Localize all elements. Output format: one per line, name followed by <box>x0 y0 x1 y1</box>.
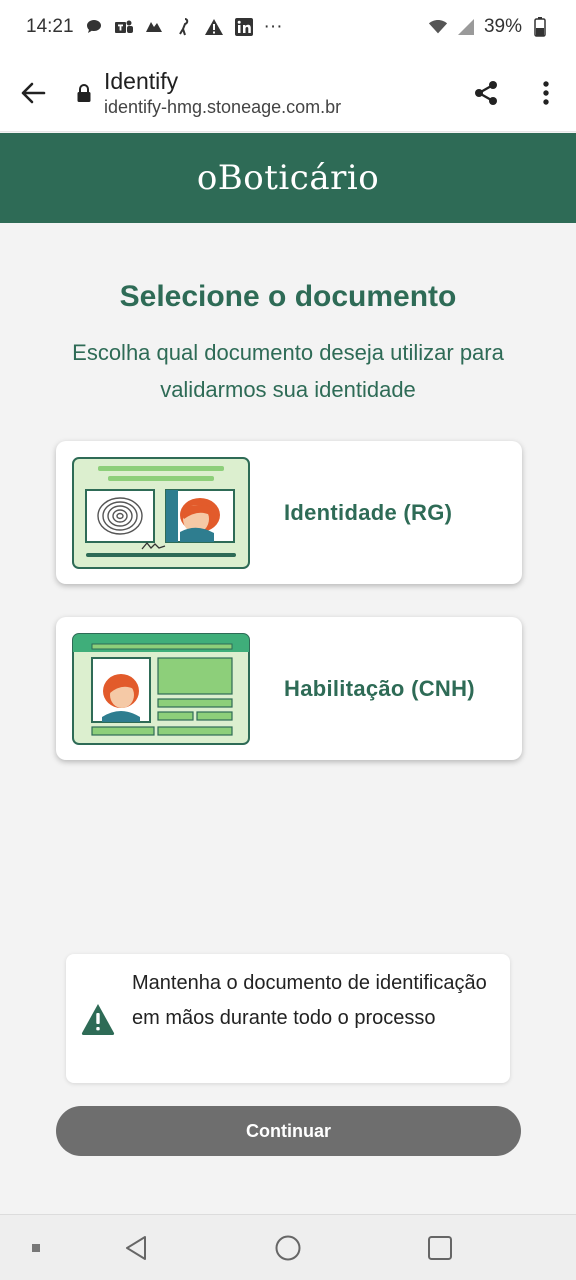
lock-icon[interactable] <box>76 83 104 103</box>
signal-icon <box>456 17 476 37</box>
stoneage-icon <box>144 17 164 37</box>
status-bar: 14:21 ··· 39% <box>0 0 576 54</box>
brand-header: oBoticário <box>0 133 576 223</box>
page-subtitle: Escolha qual documento deseja utilizar p… <box>72 340 504 402</box>
document-option-rg[interactable]: Identidade (RG) <box>56 441 522 584</box>
browser-url: identify-hmg.stoneage.com.br <box>104 96 342 117</box>
system-navigation-bar <box>0 1214 576 1280</box>
bird-icon <box>174 17 194 37</box>
more-notifications-indicator: ··· <box>263 16 283 37</box>
more-options-button[interactable] <box>516 54 576 132</box>
battery-icon <box>530 17 550 37</box>
warning-icon <box>81 1004 115 1035</box>
share-icon <box>475 80 497 105</box>
chat-icon <box>84 17 104 37</box>
circle-home-icon <box>275 1235 301 1261</box>
linkedin-icon <box>234 17 254 37</box>
square-recents-icon <box>428 1236 452 1260</box>
rg-document-illustration <box>72 457 250 569</box>
document-option-cnh[interactable]: Habilitação (CNH) <box>56 617 522 760</box>
nav-home-button[interactable] <box>260 1215 316 1280</box>
triangle-back-icon <box>126 1236 146 1260</box>
nav-recents-button[interactable] <box>412 1215 468 1280</box>
cnh-document-illustration <box>72 633 250 745</box>
nav-indicator-icon <box>24 1215 48 1280</box>
more-vertical-icon <box>543 80 549 105</box>
status-time: 14:21 <box>26 16 74 37</box>
browser-page-title: Identify <box>104 67 179 94</box>
nav-back-button[interactable] <box>108 1215 164 1280</box>
teams-icon <box>114 17 134 37</box>
brand-logo: oBoticário <box>196 158 380 198</box>
wifi-icon <box>428 17 448 37</box>
document-option-cnh-label: Habilitação (CNH) <box>284 675 475 701</box>
arrow-left-icon <box>21 82 46 103</box>
document-option-rg-label: Identidade (RG) <box>284 499 453 525</box>
continue-button[interactable]: Continuar <box>56 1106 521 1156</box>
info-notice: Mantenha o documento de identificação em… <box>66 954 510 1083</box>
alert-icon <box>204 17 224 37</box>
share-button[interactable] <box>456 54 516 132</box>
page-title: Selecione o documento <box>119 280 457 313</box>
back-button[interactable] <box>0 54 66 132</box>
notice-text: Mantenha o documento de identificação em… <box>132 972 487 1029</box>
battery-percent: 39% <box>483 16 522 37</box>
browser-toolbar: Identify identify-hmg.stoneage.com.br <box>0 54 576 132</box>
url-block[interactable]: Identify identify-hmg.stoneage.com.br <box>104 68 341 118</box>
